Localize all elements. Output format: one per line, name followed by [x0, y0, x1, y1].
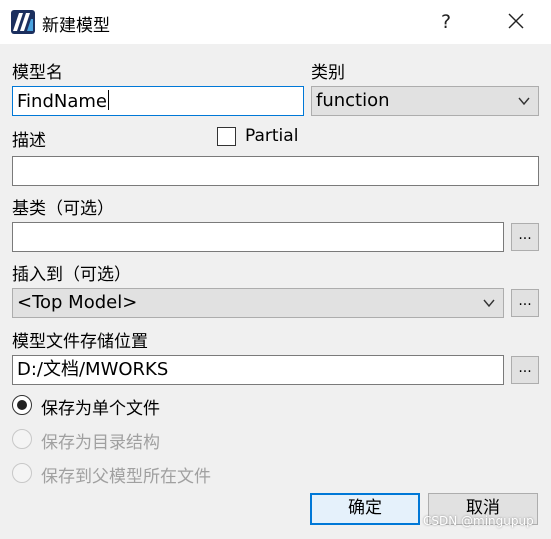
save-directory-radio[interactable]	[12, 429, 32, 449]
storage-location-input[interactable]: D:/文档/MWORKS	[12, 355, 504, 385]
save-single-file-radio[interactable]	[12, 395, 32, 415]
help-button[interactable]: ?	[434, 8, 458, 36]
insert-into-value: <Top Model>	[17, 292, 138, 313]
close-button[interactable]	[501, 6, 531, 36]
base-class-input[interactable]	[12, 222, 504, 252]
mworks-logo-icon	[11, 10, 35, 34]
storage-location-browse-button[interactable]: ...	[511, 356, 539, 384]
close-icon	[508, 13, 524, 29]
partial-checkbox[interactable]	[217, 127, 236, 146]
category-label: 类别	[311, 63, 345, 83]
title-bar: 新建模型 ?	[0, 0, 551, 44]
chevron-down-icon	[483, 299, 495, 308]
model-name-label: 模型名	[12, 63, 63, 83]
chevron-down-icon	[518, 97, 530, 106]
insert-into-label: 插入到（可选）	[12, 265, 131, 285]
window-title: 新建模型	[42, 16, 110, 36]
insert-into-select[interactable]: <Top Model>	[12, 288, 504, 318]
base-class-browse-button[interactable]: ...	[511, 223, 539, 251]
radio-selected-dot	[17, 400, 27, 410]
category-select[interactable]: function	[311, 86, 539, 116]
storage-location-label: 模型文件存储位置	[12, 332, 148, 352]
base-class-label: 基类（可选）	[12, 199, 114, 219]
text-caret	[107, 90, 109, 110]
category-value: function	[316, 90, 390, 111]
save-single-file-label: 保存为单个文件	[41, 399, 160, 419]
model-name-value: FindName	[17, 91, 107, 112]
watermark: CSDN @mingupup	[423, 514, 534, 528]
insert-into-browse-button[interactable]: ...	[511, 289, 539, 317]
partial-label: Partial	[245, 126, 299, 146]
description-input[interactable]	[12, 156, 539, 186]
save-parent-file-label: 保存到父模型所在文件	[41, 467, 211, 487]
description-label: 描述	[12, 131, 46, 151]
ok-button[interactable]: 确定	[310, 493, 420, 525]
save-directory-label: 保存为目录结构	[41, 433, 160, 453]
save-parent-file-radio[interactable]	[12, 463, 32, 483]
storage-location-value: D:/文档/MWORKS	[17, 359, 169, 380]
model-name-input[interactable]: FindName	[12, 86, 304, 116]
